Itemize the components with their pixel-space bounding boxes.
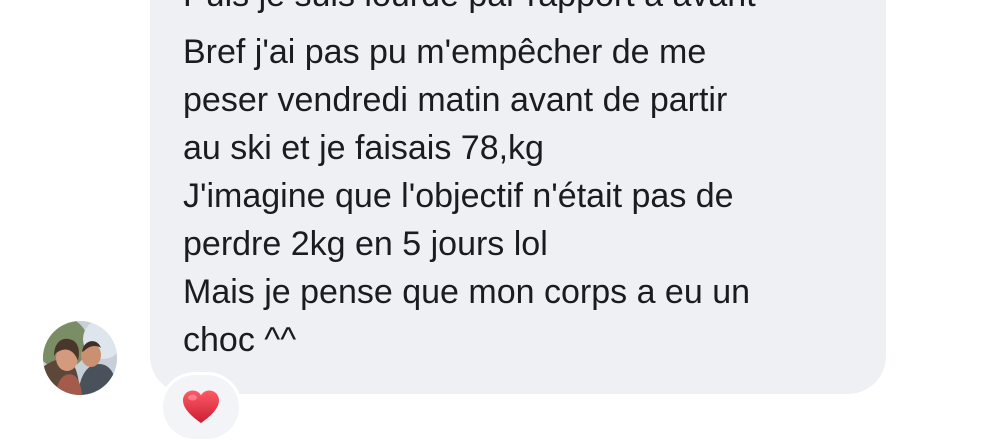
message-text-3: Mais je pense que mon corps a eu un choc… bbox=[183, 268, 750, 364]
message-text-1: Bref j'ai pas pu m'empêcher de me peser … bbox=[183, 28, 727, 172]
message-line: J'imagine que l'objectif n'était pas de bbox=[183, 177, 734, 215]
message-line: Mais je pense que mon corps a eu un bbox=[183, 273, 751, 311]
avatar-photo bbox=[43, 321, 117, 395]
message-line: perdre 2kg en 5 jours lol bbox=[183, 225, 548, 263]
heart-reaction[interactable] bbox=[163, 375, 239, 439]
message-bubble: Puis je suis lourde par rapport à avant … bbox=[150, 0, 886, 394]
message-thread: Puis je suis lourde par rapport à avant … bbox=[0, 0, 1000, 446]
message-partial-line: Puis je suis lourde par rapport à avant bbox=[183, 0, 756, 19]
avatar[interactable] bbox=[43, 321, 117, 395]
heart-icon bbox=[183, 390, 219, 423]
message-line: au ski et je faisais 78,kg bbox=[183, 129, 544, 167]
message-line: peser vendredi matin avant de partir bbox=[183, 81, 728, 119]
message-text-2: J'imagine que l'objectif n'était pas de … bbox=[183, 172, 734, 268]
message-line: choc ^^ bbox=[183, 321, 297, 359]
message-line: Bref j'ai pas pu m'empêcher de me bbox=[183, 33, 707, 71]
